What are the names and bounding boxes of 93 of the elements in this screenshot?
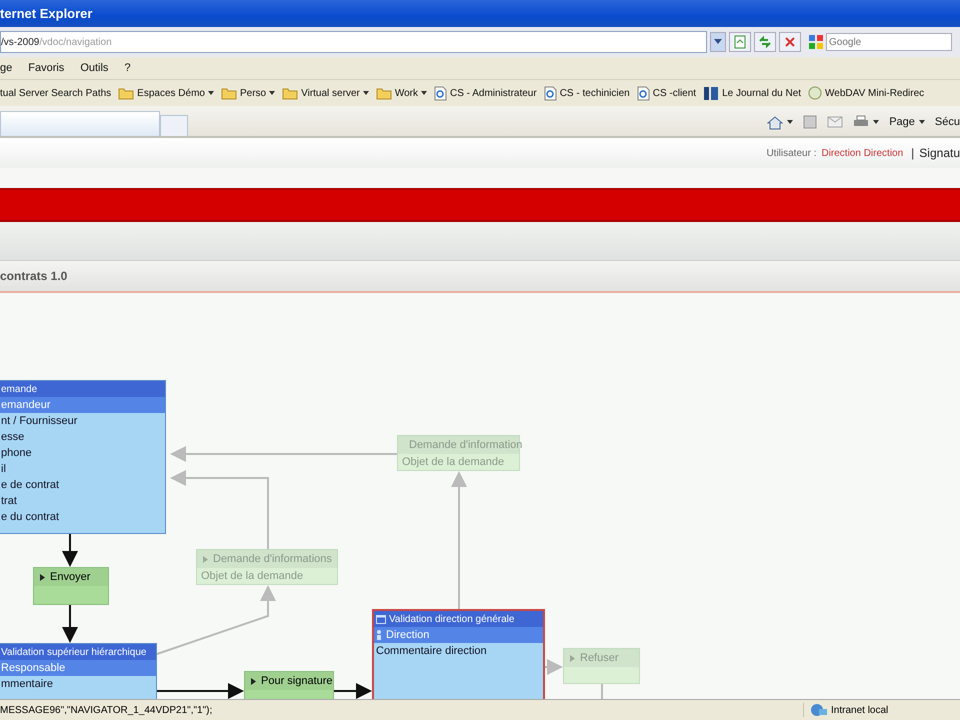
globe-icon: [808, 86, 822, 100]
refresh-icon: [758, 35, 772, 49]
window-title: ternet Explorer: [0, 6, 92, 21]
task-node[interactable]: Validation supérieur hiérarchique Responsable mmentaire: [0, 643, 157, 699]
node-field: esse: [0, 429, 165, 445]
home-button[interactable]: [767, 114, 794, 130]
page-icon: [434, 86, 447, 100]
node-role: emandeur: [1, 399, 51, 411]
page-icon: [544, 86, 557, 100]
bookmark-link[interactable]: CS - techinicien: [544, 86, 630, 100]
separator: |: [911, 146, 914, 160]
page-icon: [636, 86, 650, 100]
node-field: il: [0, 461, 165, 477]
node-field: e de contrat: [0, 477, 165, 493]
status-text: MESSAGE96","NAVIGATOR_1_44VDP21","1");: [0, 704, 214, 716]
menu-item[interactable]: ?: [124, 62, 131, 74]
page-title: contrats 1.0: [0, 269, 68, 283]
action-label: Refuser: [580, 652, 619, 664]
action-node[interactable]: Pour signature: [244, 671, 334, 699]
bookmark-link[interactable]: CS - Administrateur: [434, 86, 537, 100]
page-icon: [733, 35, 747, 49]
node-field: Objet de la demande: [197, 568, 337, 585]
triangle-icon: [570, 654, 575, 662]
task-node[interactable]: emande emandeur nt / Fournisseur esse phone il e de contrat trat e du contrat: [0, 380, 166, 534]
caret-icon: [873, 120, 880, 124]
dropdown-button[interactable]: [710, 32, 726, 52]
connector-arrow: [545, 659, 563, 675]
stop-button[interactable]: [779, 32, 801, 52]
bookmark-link[interactable]: Work: [376, 86, 427, 100]
search-field[interactable]: Google: [826, 33, 952, 51]
zone-label: Intranet local: [831, 704, 888, 716]
signature-link[interactable]: Signatu: [919, 146, 960, 160]
bookmark-link[interactable]: tual Server Search Paths: [0, 88, 112, 98]
mail-icon: [827, 116, 844, 128]
bookmark-link[interactable]: Le Journal du Net: [703, 86, 802, 100]
logo-icon: [703, 86, 720, 100]
menu-item[interactable]: Favoris: [28, 62, 64, 74]
task-node[interactable]: Validation direction générale Direction Commentaire direction: [372, 609, 545, 699]
logo-icon: [808, 34, 824, 50]
node-title: Validation direction générale: [389, 614, 514, 624]
caret-icon: [714, 39, 722, 45]
caret-icon: [918, 120, 925, 124]
node-field: Objet de la demande: [398, 454, 519, 471]
node-field: e du contrat: [0, 509, 165, 525]
action-label: Pour signature: [261, 675, 333, 687]
feed-icon: [803, 115, 818, 129]
user-label: Utilisateur :: [766, 148, 816, 158]
menu-item[interactable]: ge: [0, 62, 12, 74]
triangle-icon: [40, 574, 45, 580]
triangle-icon: [203, 556, 208, 562]
security-menu[interactable]: Sécu: [934, 116, 960, 128]
home-icon: [767, 114, 784, 130]
caret-icon: [787, 120, 794, 124]
refresh-button[interactable]: [754, 32, 776, 52]
action-label: Demande d'information: [409, 439, 522, 451]
node-field: Commentaire direction: [374, 643, 543, 659]
node-field: mmentaire: [0, 676, 156, 692]
triangle-icon: [251, 678, 256, 684]
close-icon: [784, 36, 796, 48]
node-field: trat: [0, 493, 165, 509]
connector-arrow: [334, 683, 372, 699]
bookmark-link[interactable]: CS -client: [636, 86, 696, 100]
printer-icon: [853, 115, 870, 129]
menu-item[interactable]: Outils: [80, 62, 108, 74]
bookmark-link[interactable]: Perso: [220, 86, 276, 100]
connector-line: [601, 684, 603, 699]
action-node[interactable]: Envoyer: [33, 567, 109, 605]
bookmark-link[interactable]: Virtual server: [282, 86, 369, 100]
node-role: Direction: [386, 629, 430, 641]
node-title: Validation supérieur hiérarchique: [1, 646, 146, 658]
page-menu[interactable]: Page: [889, 116, 925, 128]
person-icon: [376, 630, 382, 640]
connector-arrow: [62, 605, 78, 643]
bookmark-link[interactable]: Espaces Démo: [118, 86, 214, 100]
compatibility-button[interactable]: [729, 32, 751, 52]
bookmark-link[interactable]: WebDAV Mini-Redirec: [808, 86, 924, 100]
network-icon: [810, 703, 828, 717]
folder-icon: [376, 86, 392, 100]
folder-icon: [118, 86, 134, 100]
node-field: phone: [0, 445, 165, 461]
folder-icon: [282, 86, 298, 100]
address-field[interactable]: /vs-2009/vdoc/navigation: [0, 31, 707, 53]
mail-button[interactable]: [827, 116, 844, 128]
print-button[interactable]: [853, 115, 880, 129]
node-role: Responsable: [1, 662, 66, 674]
node-field: nt / Fournisseur: [0, 413, 165, 429]
feeds-button[interactable]: [803, 115, 818, 129]
user-name: Direction Direction: [821, 148, 904, 158]
connector-arrow: [62, 534, 78, 567]
action-label: Envoyer: [50, 571, 90, 583]
folder-icon: [220, 86, 237, 100]
node-title: emande: [1, 384, 38, 394]
action-label: Demande d'informations: [213, 553, 332, 565]
